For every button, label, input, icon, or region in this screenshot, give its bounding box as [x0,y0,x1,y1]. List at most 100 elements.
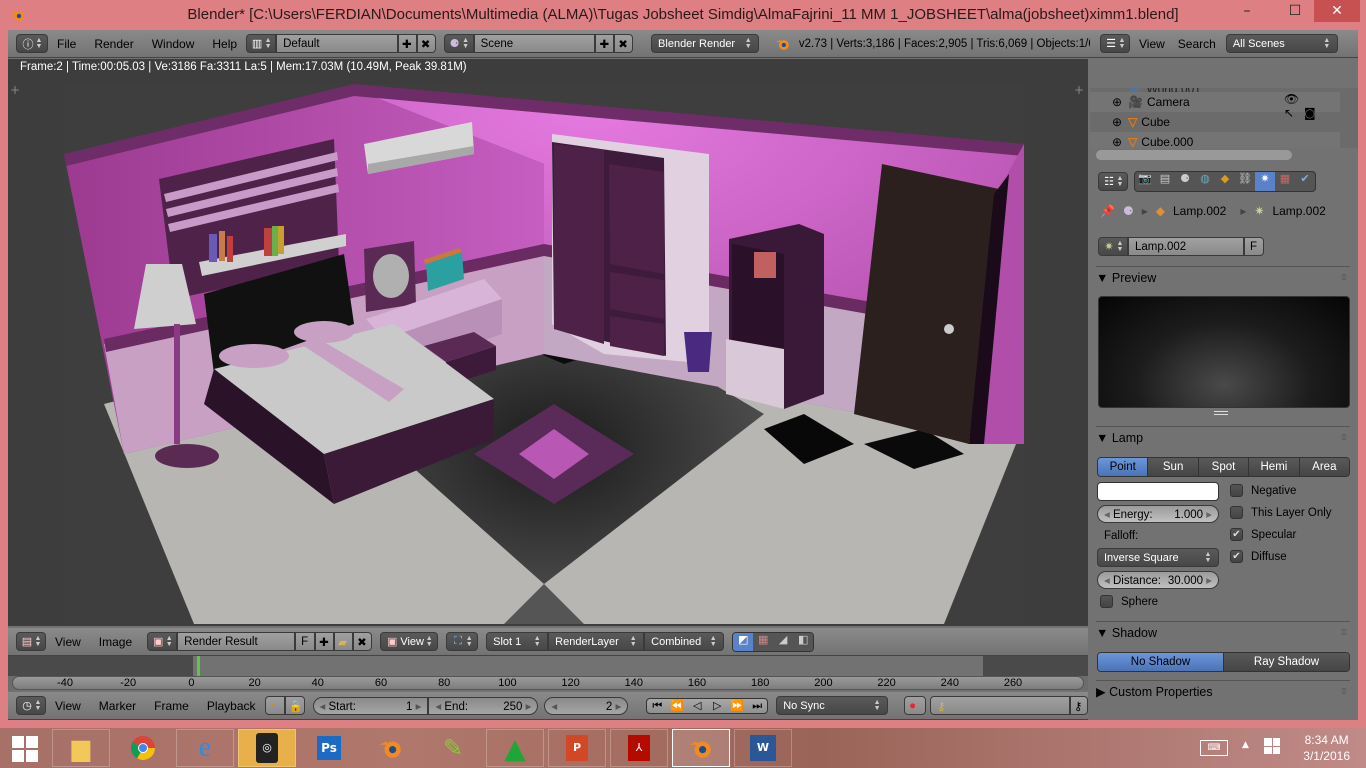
remove-scene-button[interactable]: ✖ [614,34,634,53]
region-expand-icon[interactable]: + [1074,83,1084,97]
preview-resize-handle[interactable] [1214,411,1228,415]
lamp-type-sun[interactable]: Sun [1148,458,1199,476]
close-button[interactable]: ✕ [1314,0,1360,22]
lock-time-cursor-toggle[interactable]: 🔒 [284,696,305,715]
preview-range-toggle[interactable]: ◔ [264,696,285,715]
editor-type-outliner-button[interactable]: ☰ ▲ ▼ [1100,34,1130,53]
show-hidden-icons-button[interactable]: ▲ [1242,740,1249,750]
play-button[interactable]: ▷ [707,699,727,713]
render-layer-dropdown[interactable]: RenderLayer ▲ ▼ [548,632,645,651]
fake-user-toggle[interactable]: F [295,632,316,651]
lamp-browse-button[interactable]: ✷ ▲ ▼ [1098,237,1128,256]
lamp-type-hemi[interactable]: Hemi [1249,458,1300,476]
layout-name-field[interactable]: Default [276,34,398,53]
image-name-field[interactable]: Render Result [177,632,296,651]
sphere-checkbox[interactable]: Sphere [1100,595,1158,608]
image-editor-viewport[interactable]: Frame:2 | Time:00:05.03 | Ve:3186 Fa:331… [8,59,1088,626]
image-browse-button[interactable]: ▣ ▲ ▼ [147,632,178,651]
menu-marker[interactable]: Marker [90,699,145,713]
this-layer-only-checkbox[interactable]: This Layer Only [1230,506,1332,519]
taskbar-photoshop[interactable]: Ps [300,729,358,767]
lamp-name-field[interactable]: Lamp.002 [1128,237,1244,256]
specular-checkbox[interactable]: ✔ Specular [1230,528,1296,541]
lamp-panel-header[interactable]: ▼ Lamp ⁞⁞⁞⁞ [1096,426,1350,448]
tab-scene-icon[interactable]: ⚈ [1175,172,1195,191]
negative-checkbox[interactable]: Negative [1230,484,1296,497]
editor-type-info-button[interactable]: ⓘ ▲ ▼ [16,34,48,53]
lamp-fake-user-toggle[interactable]: F [1244,237,1264,256]
preview-panel-header[interactable]: ▼ Preview ⁞⁞⁞⁞ [1096,266,1350,288]
draw-zbuffer-button[interactable]: ◢ [773,632,794,651]
menu-view[interactable]: View [46,699,90,713]
draw-color-button[interactable]: ◧ [793,632,814,651]
timeline-track[interactable] [8,656,1088,676]
add-scene-button[interactable]: ✚ [595,34,615,53]
menu-render[interactable]: Render [85,37,142,51]
restrict-columns[interactable]: 👁↖◙ [1284,92,1344,120]
taskbar-app-dark[interactable]: ◎ [238,729,296,767]
scene-selector-button[interactable]: ⚈ ▲ ▼ [443,34,474,53]
taskbar-powerpoint[interactable]: P [548,729,606,767]
draw-color-alpha-button[interactable]: ◩ [733,632,754,651]
region-expand-icon[interactable]: + [10,83,20,97]
layout-selector-button[interactable]: ▥ ▲ ▼ [246,34,277,53]
minimize-button[interactable]: – [1232,0,1262,22]
timeline-area[interactable]: -40 -20 0 20 40 60 80 100 120 140 160 180 200 220 240 2… [8,656,1088,690]
open-image-button[interactable]: ▰ [334,632,354,651]
current-frame-indicator[interactable] [196,656,200,676]
taskbar-file-explorer[interactable]: ▆ [52,729,110,767]
shadow-mode-ray[interactable]: Ray Shadow [1224,653,1349,671]
taskbar-acrobat[interactable]: ⅄ [610,729,668,767]
tab-constraints-icon[interactable]: ⛓ [1235,172,1255,191]
expand-icon[interactable]: ⊕ [1112,95,1122,109]
current-frame-field[interactable]: ◂ 2 ▸ [544,696,629,715]
menu-help[interactable]: Help [203,37,246,51]
tab-world-icon[interactable]: ◍ [1195,172,1215,191]
slot-dropdown[interactable]: Slot 1 ▲ ▼ [486,632,549,651]
diffuse-checkbox[interactable]: ✔ Diffuse [1230,550,1287,563]
taskbar-app-green[interactable]: ▲ [486,729,544,767]
distance-field[interactable]: ◂ Distance: 30.000 ▸ [1097,571,1219,589]
lamp-type-area[interactable]: Area [1299,458,1349,476]
editor-type-properties-button[interactable]: ☷ ▲ ▼ [1098,172,1128,191]
tab-object-icon[interactable]: ◆ [1215,172,1235,191]
menu-image[interactable]: Image [90,635,141,649]
menu-playback[interactable]: Playback [198,699,265,713]
lamp-color-swatch[interactable] [1097,482,1219,501]
start-button[interactable] [12,736,38,762]
expand-icon[interactable]: ⊕ [1112,115,1122,129]
tab-modifiers-icon[interactable]: ✔ [1295,172,1315,191]
add-layout-button[interactable]: ✚ [397,34,417,53]
prev-keyframe-button[interactable]: ⏪ [667,699,687,713]
tab-lamp-data-icon[interactable]: ✷ [1255,172,1275,191]
scene-name-field[interactable]: Scene [473,34,596,53]
lamp-type-point[interactable]: Point [1098,458,1149,476]
keying-set-field[interactable]: ⚷ [930,696,1070,715]
pivot-dropdown[interactable]: ⛶ ▲ ▼ [446,632,479,651]
outliner-item-cube000[interactable]: ⊕ ▽ Cube.000 [1090,132,1340,148]
energy-field[interactable]: ◂ Energy: 1.000 ▸ [1097,505,1219,523]
timeline-ruler[interactable]: -40 -20 0 20 40 60 80 100 120 140 160 180 200 220 240 2… [12,676,1084,690]
expand-icon[interactable]: ⊕ [1112,135,1122,148]
shadow-panel-header[interactable]: ▼ Shadow ⁞⁞⁞⁞ [1096,621,1350,643]
pin-icon[interactable]: 📌 [1100,204,1115,218]
render-engine-dropdown[interactable]: Blender Render ▲ ▼ [651,34,760,53]
falloff-dropdown[interactable]: Inverse Square ▲ ▼ [1097,548,1219,567]
outliner-h-scrollbar[interactable] [1096,150,1292,160]
editor-type-image-button[interactable]: ▤ ▲ ▼ [16,632,46,651]
menu-window[interactable]: Window [143,37,204,51]
outliner-display-dropdown[interactable]: All Scenes ▲ ▼ [1225,34,1338,53]
menu-view[interactable]: View [46,635,90,649]
play-reverse-button[interactable]: ◁ [687,699,707,713]
view-mode-dropdown[interactable]: ▣ View ▲ ▼ [380,632,439,651]
render-pass-dropdown[interactable]: Combined ▲ ▼ [644,632,725,651]
tab-render-layers-icon[interactable]: ▤ [1155,172,1175,191]
maximize-button[interactable]: ☐ [1280,0,1310,22]
taskbar-blender-active[interactable] [672,729,730,767]
taskbar-blender[interactable] [362,729,420,767]
taskbar-chrome[interactable] [114,729,172,767]
outliner-tree[interactable]: ◍World.001 ⊕🎥Camera ⊕▽Cube ⊕▽Cube.000 👁↖… [1090,88,1358,148]
taskbar-coreldraw[interactable]: ✎ [424,729,482,767]
taskbar-internet-explorer[interactable]: e [176,729,234,767]
end-frame-field[interactable]: ◂ End: 250 ▸ [428,696,539,715]
